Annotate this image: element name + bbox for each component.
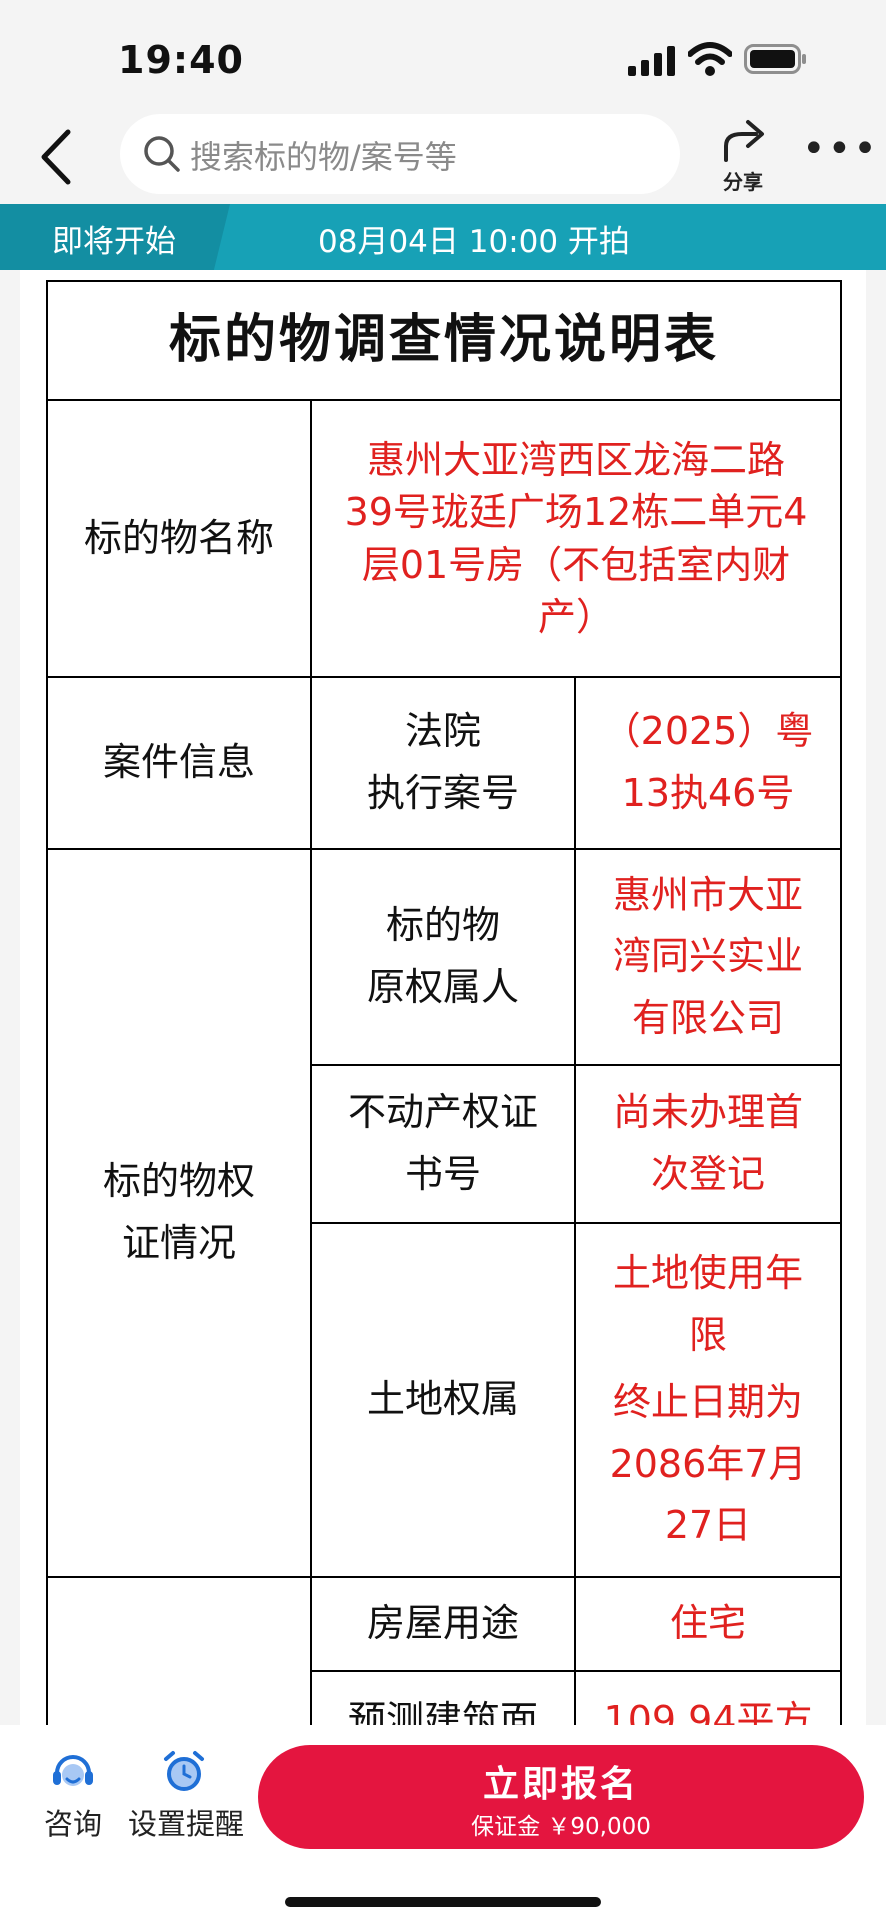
- building-area-value: 109.94平方: [573, 1670, 843, 1725]
- house-use-value: 住宅: [573, 1576, 843, 1672]
- case-info-label: 案件信息: [46, 676, 312, 850]
- consult-label: 咨询: [43, 1807, 102, 1841]
- share-icon: [724, 120, 764, 162]
- wifi-icon: [688, 42, 732, 76]
- share-button[interactable]: 分享: [706, 116, 780, 196]
- signup-label: 立即报名: [482, 1764, 639, 1805]
- content-card: 标的物调查情况说明表 标的物名称 惠州大亚湾西区龙海二路 39号珑廷广场12栋二…: [20, 270, 866, 1725]
- house-info-label: [46, 1576, 312, 1725]
- status-time: 19:40: [118, 38, 244, 82]
- more-options-button[interactable]: •••: [802, 129, 877, 174]
- cellular-signal-icon: [628, 46, 675, 76]
- auction-start-time: 08月04日 10:00 开拍: [318, 224, 630, 260]
- nav-bar: 搜索标的物/案号等 分享 •••: [0, 110, 886, 204]
- building-area-label: 预测建筑面: [310, 1670, 576, 1725]
- rights-status-label: 标的物权 证情况: [46, 848, 312, 1578]
- auction-status-text: 即将开始: [52, 224, 176, 260]
- home-indicator[interactable]: [285, 1897, 601, 1907]
- original-owner-label: 标的物 原权属人: [310, 848, 576, 1066]
- property-cert-value: 尚未办理首 次登记: [573, 1064, 843, 1224]
- customer-service-icon: [53, 1755, 93, 1786]
- survey-table: 标的物调查情况说明表 标的物名称 惠州大亚湾西区龙海二路 39号珑廷广场12栋二…: [45, 280, 843, 1725]
- item-name-label: 标的物名称: [46, 399, 312, 678]
- original-owner-value: 惠州市大亚 湾同兴实业 有限公司: [573, 848, 843, 1066]
- auction-status-banner: 即将开始 08月04日 10:00 开拍: [0, 204, 886, 270]
- item-name-value: 惠州大亚湾西区龙海二路 39号珑廷广场12栋二单元4 层01号房（不包括室内财 …: [309, 399, 843, 678]
- search-input[interactable]: 搜索标的物/案号等: [120, 114, 680, 194]
- case-number-label: 法院 执行案号: [310, 676, 576, 850]
- search-icon: [144, 136, 180, 172]
- consult-button[interactable]: 咨询: [38, 1749, 108, 1843]
- share-label: 分享: [723, 170, 763, 194]
- battery-icon: [744, 44, 806, 74]
- case-number-value: （2025）粤 13执46号: [573, 676, 843, 850]
- table-title: 标的物调查情况说明表: [45, 280, 843, 401]
- set-reminder-label: 设置提醒: [128, 1807, 245, 1841]
- back-arrow-icon[interactable]: [28, 122, 88, 192]
- bottom-action-bar: 咨询 设置提醒 立即报名 保证金 ￥90,000: [0, 1725, 886, 1920]
- land-rights-value: 土地使用年 限 终止日期为 2086年7月 27日: [573, 1222, 843, 1578]
- alarm-clock-icon: [164, 1751, 204, 1791]
- signup-button[interactable]: 立即报名 保证金 ￥90,000: [258, 1745, 864, 1849]
- deposit-amount: 保证金 ￥90,000: [471, 1814, 651, 1840]
- status-bar: 19:40: [0, 0, 886, 110]
- set-reminder-button[interactable]: 设置提醒: [128, 1749, 245, 1843]
- property-cert-label: 不动产权证 书号: [310, 1064, 576, 1224]
- auction-status-badge: 即将开始: [0, 204, 230, 270]
- land-rights-label: 土地权属: [310, 1222, 576, 1578]
- search-placeholder: 搜索标的物/案号等: [190, 138, 457, 176]
- house-use-label: 房屋用途: [310, 1576, 576, 1672]
